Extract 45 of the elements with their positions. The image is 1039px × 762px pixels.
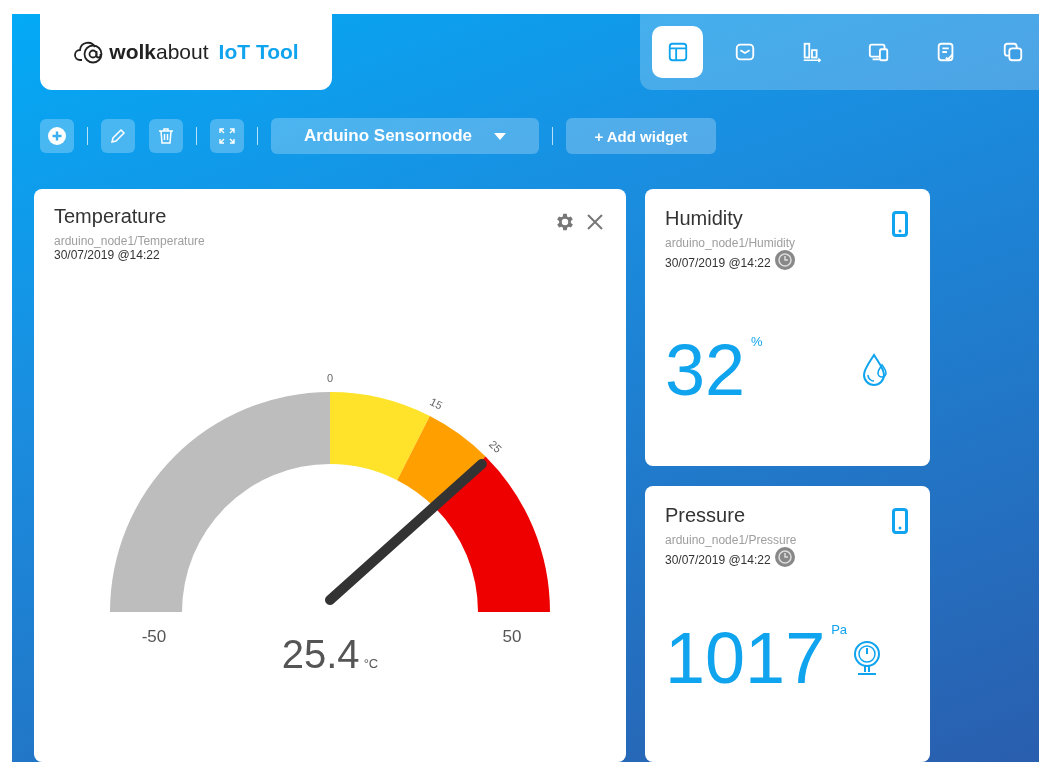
widget-timestamp: 30/07/2019 @14:22	[665, 256, 771, 270]
plus-circle-icon	[48, 127, 66, 145]
gauge-tick-label: 15	[428, 395, 445, 412]
phone-icon	[892, 211, 908, 237]
widget-timestamp: 30/07/2019 @14:22	[665, 552, 771, 567]
layout-icon	[666, 41, 689, 63]
water-drops-icon	[862, 352, 890, 387]
widget-title: Temperature	[54, 205, 167, 228]
pressure-gauge-icon	[852, 640, 882, 676]
phone-icon	[892, 507, 908, 534]
close-icon[interactable]	[586, 213, 604, 231]
add-widget-button[interactable]: + Add widget	[566, 118, 716, 154]
gauge-reading: 25.4°C	[281, 632, 379, 676]
clock-icon	[774, 546, 795, 567]
widget-path: arduino_node1/Temperature	[54, 234, 206, 248]
widget-value: 32	[665, 333, 746, 406]
gauge-min-label: -50	[141, 627, 167, 646]
gauge-tick-label: 25	[486, 437, 505, 456]
widget-path: arduino_node1/Pressure	[665, 532, 798, 547]
brand-name: wolkabout	[109, 40, 209, 64]
widget-title: Humidity	[665, 207, 743, 230]
gauge-max-label: 50	[502, 627, 522, 646]
nav-button[interactable]	[652, 26, 704, 78]
fullscreen-button[interactable]	[210, 119, 244, 153]
trash-icon	[158, 127, 174, 145]
gauge-tick-label: 0	[326, 372, 334, 384]
clock-icon	[774, 250, 795, 270]
dashboard-dropdown[interactable]: Arduino Sensornode	[271, 118, 539, 154]
caret-icon	[494, 132, 507, 140]
devices-icon	[868, 41, 891, 63]
product-name: IoT Tool	[218, 40, 299, 64]
expand-icon	[218, 127, 236, 145]
copy-icon	[1002, 41, 1025, 63]
envelope-icon	[733, 41, 756, 63]
widget-title: Pressure	[665, 503, 746, 527]
add-button[interactable]	[40, 119, 74, 153]
edit-button[interactable]	[101, 119, 135, 153]
widget-value: 1017	[665, 622, 826, 694]
pencil-icon	[109, 127, 127, 145]
widget-unit: %	[751, 333, 763, 349]
settings-icon[interactable]	[554, 211, 576, 233]
widget-unit: Pa	[831, 622, 848, 637]
delete-button[interactable]	[149, 119, 183, 153]
widget-path: arduino_node1/Humidity	[665, 236, 797, 250]
widget-timestamp: 30/07/2019 @14:22	[54, 248, 160, 262]
